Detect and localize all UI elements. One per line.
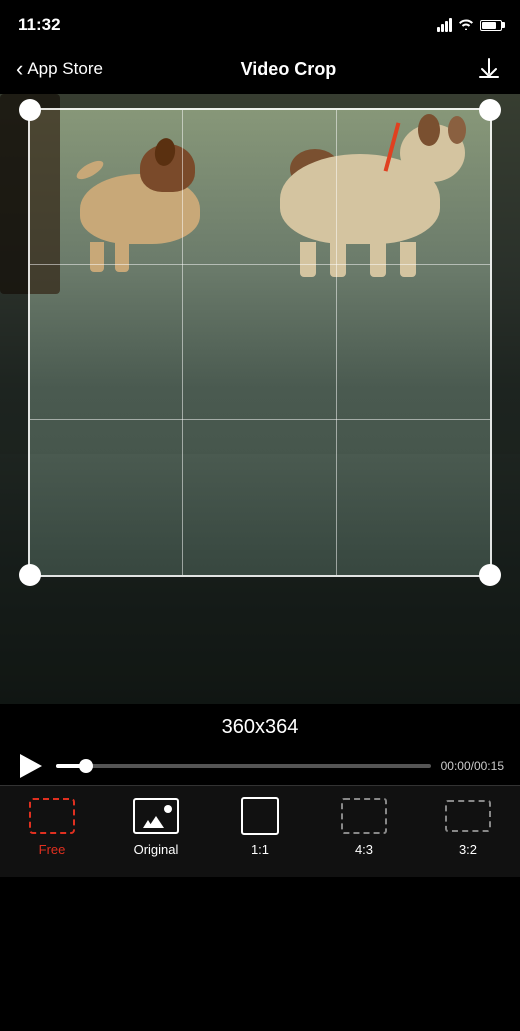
- status-bar: 11:32: [0, 0, 520, 44]
- outside-right: [492, 108, 520, 577]
- free-label: Free: [39, 842, 66, 857]
- bottom-toolbar: Free Original 1:1 4:3: [0, 785, 520, 877]
- status-icons: [437, 17, 502, 33]
- status-time: 11:32: [18, 15, 61, 35]
- mountain-sm: [143, 820, 153, 828]
- grid-line-h1: [30, 264, 490, 265]
- 3-2-label: 3:2: [459, 842, 477, 857]
- dimensions-text: 360x364: [222, 716, 299, 739]
- original-icon-container: [130, 796, 182, 836]
- toolbar-item-4-3[interactable]: 4:3: [314, 796, 414, 857]
- signal-icon: [437, 18, 452, 32]
- free-icon: [29, 798, 75, 834]
- handle-bottom-right[interactable]: [479, 564, 501, 586]
- progress-thumb[interactable]: [79, 759, 93, 773]
- playback-bar: 00:00/00:15: [0, 747, 520, 785]
- progress-track[interactable]: [56, 764, 431, 768]
- outside-left: [0, 108, 28, 577]
- 3-2-icon: [445, 800, 491, 832]
- time-display: 00:00/00:15: [441, 759, 504, 773]
- original-icon: [133, 798, 179, 834]
- battery-icon: [480, 20, 502, 31]
- dimensions-bar: 360x364: [0, 704, 520, 747]
- sun-circle: [164, 805, 172, 813]
- nav-bar: ‹ App Store Video Crop: [0, 44, 520, 94]
- back-button[interactable]: ‹ App Store: [16, 58, 103, 80]
- 4-3-icon: [341, 798, 387, 834]
- toolbar-item-3-2[interactable]: 3:2: [418, 796, 518, 857]
- crop-border[interactable]: [28, 108, 492, 577]
- download-icon: [476, 56, 502, 82]
- handle-bottom-left[interactable]: [19, 564, 41, 586]
- toolbar-item-1-1[interactable]: 1:1: [210, 796, 310, 857]
- grid-line-h2: [30, 419, 490, 420]
- grid-line-v1: [182, 110, 183, 575]
- download-button[interactable]: [474, 54, 504, 84]
- outside-top: [0, 94, 520, 108]
- crop-overlay: [0, 94, 520, 704]
- 4-3-icon-container: [338, 796, 390, 836]
- handle-top-right[interactable]: [479, 99, 501, 121]
- 1-1-icon: [241, 797, 279, 835]
- toolbar-item-free[interactable]: Free: [2, 796, 102, 857]
- play-button[interactable]: [16, 751, 46, 781]
- page-title: Video Crop: [241, 59, 337, 80]
- video-crop-area[interactable]: [0, 94, 520, 704]
- toolbar-item-original[interactable]: Original: [106, 796, 206, 857]
- wifi-icon: [458, 17, 474, 33]
- free-icon-container: [26, 796, 78, 836]
- handle-top-left[interactable]: [19, 99, 41, 121]
- 1-1-label: 1:1: [251, 842, 269, 857]
- 3-2-icon-container: [442, 796, 494, 836]
- back-label: App Store: [27, 59, 103, 79]
- grid-line-v2: [336, 110, 337, 575]
- 1-1-icon-container: [234, 796, 286, 836]
- 4-3-label: 4:3: [355, 842, 373, 857]
- original-label: Original: [134, 842, 179, 857]
- back-chevron-icon: ‹: [16, 58, 23, 80]
- outside-bottom: [0, 577, 520, 704]
- play-icon: [20, 754, 42, 778]
